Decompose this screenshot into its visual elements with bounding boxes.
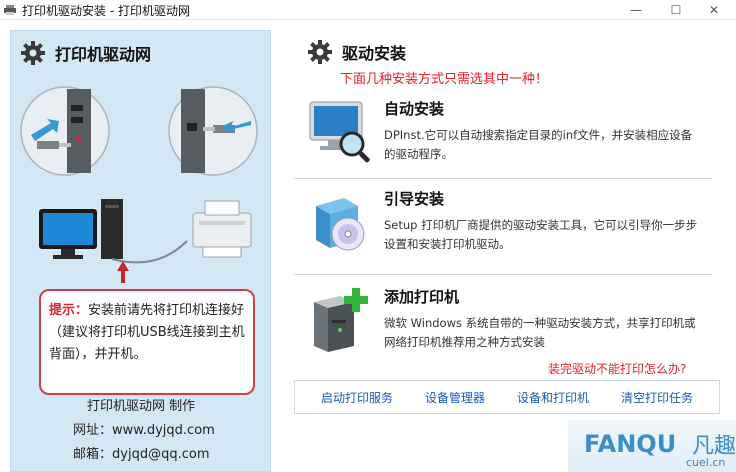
add-printer-title: 添加打印机 bbox=[384, 288, 460, 306]
left-panel: 打印机驱动网 提示：安装前请先将打印机连接好（建议将打印机USB线连接到主机背面… bbox=[10, 30, 271, 472]
close-button[interactable]: ✕ bbox=[694, 0, 734, 20]
email-label: 邮箱： bbox=[73, 447, 113, 462]
divider bbox=[294, 178, 712, 179]
guided-install-option[interactable]: 引导安装 Setup 打印机厂商提供的驱动安装工具，它可以引导你一步步设置和安装… bbox=[306, 188, 712, 258]
watermark-logo: FANQU 凡趣 cuel.cn bbox=[568, 420, 736, 472]
devices-and-printers-link[interactable]: 设备和打印机 bbox=[517, 389, 589, 406]
auto-install-option[interactable]: 自动安装 DPInst.它可以自动搜索指定目录的inf文件，并安装相应设备的驱动… bbox=[306, 98, 712, 168]
auto-install-title: 自动安装 bbox=[384, 100, 445, 118]
monitor-magnifier-icon bbox=[309, 101, 370, 163]
gear-icon bbox=[308, 40, 332, 64]
right-panel-title: 驱动安装 bbox=[342, 44, 407, 63]
title-bar: 打印机驱动安装 - 打印机驱动网 — ☐ ✕ bbox=[0, 0, 736, 20]
tip-box: 提示：安装前请先将打印机连接好（建议将打印机USB线连接到主机背面），并开机。 bbox=[39, 289, 255, 395]
window-title: 打印机驱动安装 - 打印机驱动网 bbox=[22, 4, 190, 18]
watermark-brand-en: FANQU bbox=[584, 430, 677, 458]
website-link[interactable]: www.dyjqd.com bbox=[112, 423, 215, 438]
minimize-button[interactable]: — bbox=[616, 0, 656, 20]
maximize-button[interactable]: ☐ bbox=[656, 0, 696, 20]
red-arrow-up-icon bbox=[117, 261, 129, 283]
add-printer-option[interactable]: 添加打印机 微软 Windows 系统自带的一种驱动安装方式，共享打印机或网络打… bbox=[306, 286, 712, 356]
guided-install-title: 引导安装 bbox=[384, 190, 445, 208]
left-panel-header: 打印机驱动网 bbox=[19, 39, 151, 67]
left-panel-title: 打印机驱动网 bbox=[55, 45, 152, 64]
bottom-toolbar: 启动打印服务 设备管理器 设备和打印机 清空打印任务 bbox=[294, 380, 720, 414]
guided-install-desc: Setup 打印机厂商提供的驱动安装工具，它可以引导你一步步设置和安装打印机驱动… bbox=[384, 218, 698, 251]
install-instruction: 下面几种安装方式只需选其中一种！ bbox=[340, 72, 549, 87]
credits-maker: 打印机驱动网 制作 bbox=[87, 399, 196, 414]
gear-icon bbox=[21, 41, 45, 65]
right-panel-header: 驱动安装 bbox=[306, 38, 406, 66]
divider bbox=[294, 274, 712, 275]
cannot-print-help-link[interactable]: 装完驱动不能打印怎么办? bbox=[548, 360, 686, 377]
add-printer-icon bbox=[314, 288, 368, 352]
website-label: 网址： bbox=[73, 423, 113, 438]
tip-label: 提示： bbox=[49, 303, 89, 318]
printer-app-icon bbox=[4, 5, 16, 15]
start-print-service-link[interactable]: 启动打印服务 bbox=[321, 389, 393, 406]
clear-print-jobs-link[interactable]: 清空打印任务 bbox=[621, 389, 693, 406]
watermark-url: cuel.cn bbox=[686, 456, 726, 469]
add-printer-desc: 微软 Windows 系统自带的一种驱动安装方式，共享打印机或网络打印机推荐用之… bbox=[384, 316, 696, 349]
email-link[interactable]: dyjqd@qq.com bbox=[112, 447, 209, 462]
auto-install-desc: DPInst.它可以自动搜索指定目录的inf文件，并安装相应设备的驱动程序。 bbox=[384, 128, 693, 161]
device-manager-link[interactable]: 设备管理器 bbox=[425, 389, 485, 406]
pc-printer-usb-illustration bbox=[20, 86, 258, 264]
setup-box-cd-icon bbox=[316, 198, 365, 251]
